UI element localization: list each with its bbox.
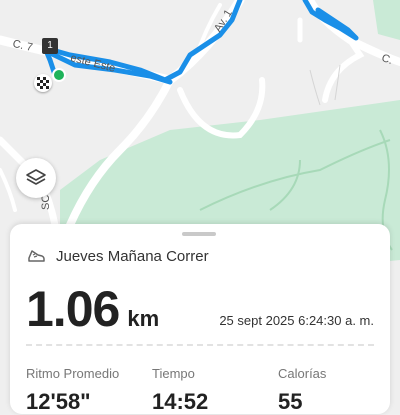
stat-calories: Calorías 55 (278, 366, 326, 415)
stat-pace: Ritmo Promedio 12'58" (26, 366, 119, 415)
layers-icon (26, 169, 46, 185)
park-area (373, 0, 400, 40)
drag-handle[interactable] (182, 232, 216, 236)
activity-header: Jueves Mañana Correr (26, 246, 209, 266)
distance-display: 1.06 km (26, 280, 159, 338)
stat-value: 55 (278, 389, 303, 414)
checkered-flag-icon (34, 74, 52, 92)
divider (26, 344, 374, 346)
stat-label: Calorías (278, 366, 327, 381)
stat-time: Tiempo 14:52 (152, 366, 208, 415)
stat-label: Tiempo (152, 366, 195, 381)
distance-value: 1.06 (26, 281, 120, 337)
layers-button[interactable] (16, 158, 56, 198)
activity-date: 25 sept 2025 6:24:30 a. m. (219, 313, 374, 328)
start-point-icon (52, 68, 66, 82)
stat-label: Ritmo Promedio (26, 366, 120, 381)
activity-summary-card[interactable]: Jueves Mañana Correr 1.06 km 25 sept 202… (10, 224, 390, 414)
distance-unit: km (127, 306, 160, 331)
stat-value: 12'58" (26, 389, 91, 414)
activity-title: Jueves Mañana Correr (56, 247, 209, 265)
running-shoe-icon (28, 250, 45, 262)
lap-marker[interactable]: 1 (42, 38, 58, 54)
stat-value: 14:52 (152, 389, 209, 414)
